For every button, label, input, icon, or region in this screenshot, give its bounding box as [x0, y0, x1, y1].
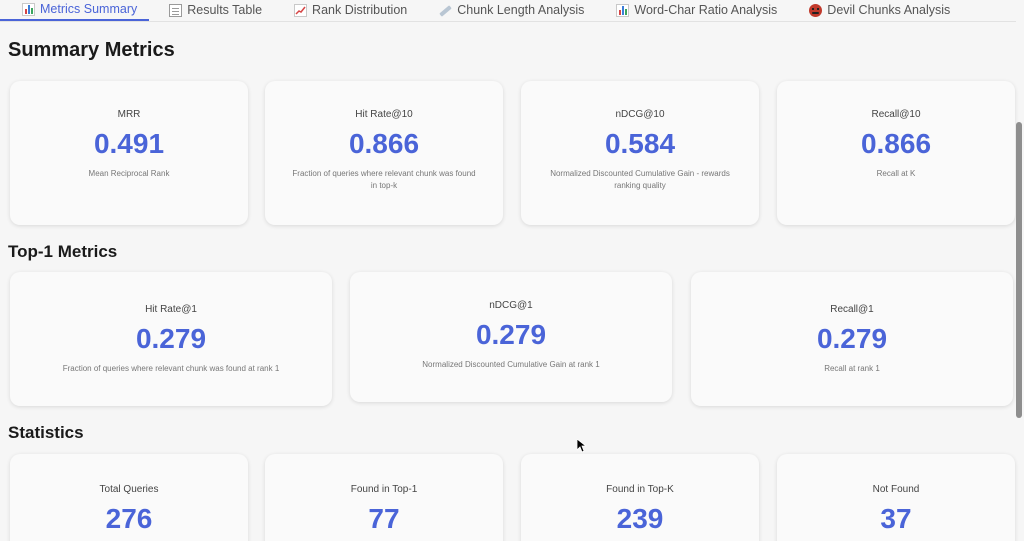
stat-label: Found in Top-K: [606, 484, 674, 495]
stat-card-not-found: Not Found 37: [777, 454, 1015, 541]
tab-metrics-summary[interactable]: Metrics Summary: [0, 0, 150, 21]
metric-label: nDCG@1: [489, 300, 533, 311]
metric-label: Hit Rate@10: [355, 109, 413, 120]
metric-card-recall-1: Recall@1 0.279 Recall at rank 1: [691, 272, 1013, 406]
metric-value: 0.866: [348, 128, 420, 159]
metric-label: Recall@10: [871, 109, 921, 120]
metric-card-ndcg-10: nDCG@10 0.584 Normalized Discounted Cumu…: [521, 81, 759, 225]
metric-card-ndcg-1: nDCG@1 0.279 Normalized Discounted Cumul…: [350, 272, 672, 402]
mouse-cursor-icon: [576, 438, 588, 458]
tab-label: Devil Chunks Analysis: [827, 3, 951, 17]
line-chart-icon: [294, 3, 308, 17]
metric-value: 0.866: [860, 128, 932, 159]
stat-value: 37: [880, 503, 912, 534]
tab-devil-chunks-analysis[interactable]: Devil Chunks Analysis: [789, 0, 962, 21]
metric-label: nDCG@10: [615, 109, 665, 120]
tab-label: Metrics Summary: [40, 2, 138, 16]
stat-value: 239: [616, 503, 664, 534]
metric-card-hit-rate-10: Hit Rate@10 0.866 Fraction of queries wh…: [265, 81, 503, 225]
tab-word-char-ratio-analysis[interactable]: Word-Char Ratio Analysis: [596, 0, 789, 21]
tab-label: Word-Char Ratio Analysis: [634, 3, 778, 17]
stat-label: Total Queries: [99, 484, 159, 495]
devil-icon: [809, 3, 823, 17]
metric-card-recall-10: Recall@10 0.866 Recall at K: [777, 81, 1015, 225]
metric-label: Hit Rate@1: [145, 304, 197, 315]
stat-card-found-top1: Found in Top-1 77: [265, 454, 503, 541]
tab-results-table[interactable]: Results Table: [149, 0, 274, 21]
bar-chart-icon: [22, 2, 35, 16]
metric-value: 0.279: [135, 323, 207, 354]
metric-value: 0.491: [93, 128, 165, 159]
metric-label: MRR: [117, 109, 141, 120]
metric-value: 0.279: [475, 319, 547, 350]
section-title-top1: Top-1 Metrics: [8, 242, 118, 261]
metric-card-hit-rate-1: Hit Rate@1 0.279 Fraction of queries whe…: [10, 272, 332, 406]
metric-description: Recall at rank 1: [824, 364, 880, 373]
metric-description: Normalized Discounted Cumulative Gain at…: [422, 360, 600, 369]
metric-description: Fraction of queries where relevant chunk…: [292, 169, 476, 190]
metric-description: Fraction of queries where relevant chunk…: [62, 364, 280, 373]
tab-rank-distribution[interactable]: Rank Distribution: [274, 0, 419, 21]
stat-value: 276: [105, 503, 153, 534]
metric-description: Mean Reciprocal Rank: [88, 169, 170, 178]
metric-value: 0.584: [604, 128, 676, 159]
bar-chart-icon: [616, 3, 630, 17]
stat-card-found-topk: Found in Top-K 239: [521, 454, 759, 541]
ruler-icon: [439, 5, 452, 17]
stat-label: Not Found: [872, 484, 920, 495]
tab-bar: Metrics Summary Results Table Rank Distr…: [0, 0, 1016, 22]
metric-label: Recall@1: [830, 304, 874, 315]
tab-chunk-length-analysis[interactable]: Chunk Length Analysis: [419, 0, 596, 21]
metric-card-mrr: MRR 0.491 Mean Reciprocal Rank: [10, 81, 248, 225]
metric-description: Recall at K: [876, 169, 916, 178]
tab-label: Rank Distribution: [312, 3, 408, 17]
tab-label: Chunk Length Analysis: [457, 3, 585, 17]
metric-description: Normalized Discounted Cumulative Gain - …: [550, 169, 730, 190]
vertical-scrollbar[interactable]: [1016, 122, 1022, 418]
table-icon: [169, 3, 183, 17]
section-title-summary: Summary Metrics: [8, 39, 175, 61]
stat-value: 77: [368, 503, 400, 534]
metric-value: 0.279: [816, 323, 888, 354]
section-title-statistics: Statistics: [8, 423, 84, 442]
stat-label: Found in Top-1: [350, 484, 418, 495]
stat-card-total-queries: Total Queries 276: [10, 454, 248, 541]
tab-label: Results Table: [187, 3, 263, 17]
